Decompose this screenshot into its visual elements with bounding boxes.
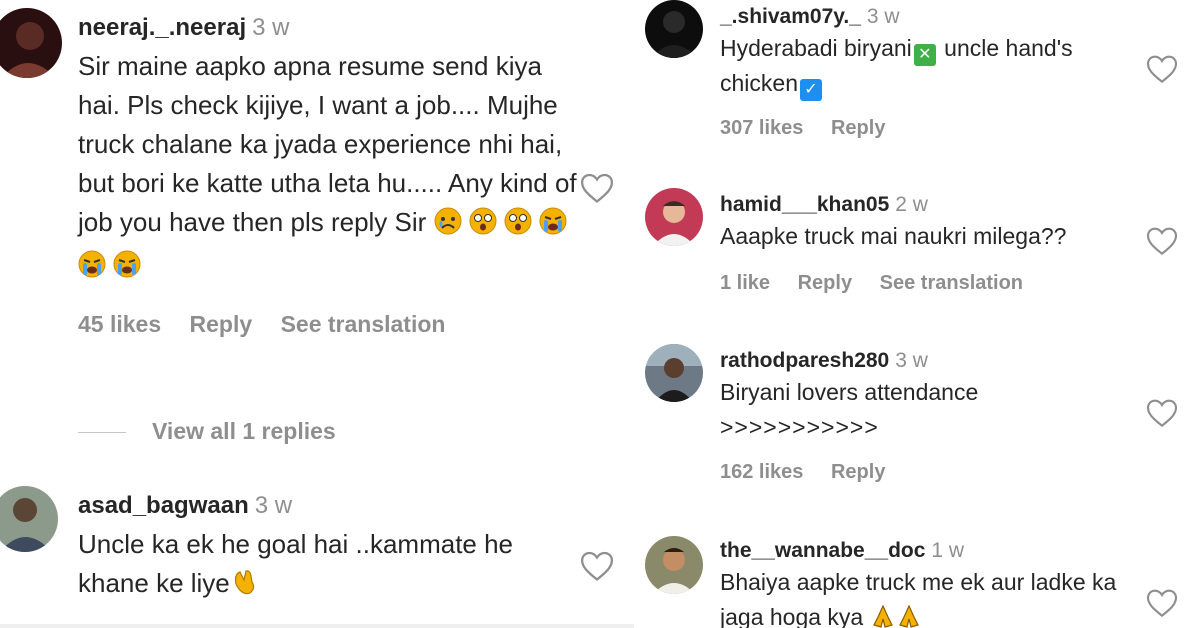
cross-mark-icon: ✕: [913, 44, 936, 67]
reply-button[interactable]: Reply: [190, 311, 253, 337]
comment-actions: 45 likes Reply See translation: [78, 311, 578, 338]
crying-face-icon: [78, 250, 106, 289]
praying-hands-icon: [896, 603, 922, 628]
username[interactable]: _.shivam07y._: [720, 5, 861, 28]
comment-text-part: uncle hand's: [937, 35, 1073, 62]
avatar[interactable]: [645, 0, 703, 58]
likes-count[interactable]: 162 likes: [720, 461, 803, 483]
dizzy-face-icon: [504, 207, 532, 246]
reply-button[interactable]: Reply: [831, 461, 885, 483]
praying-hands-icon: [870, 603, 896, 628]
reply-button[interactable]: Reply: [798, 272, 852, 294]
replies-divider-line: [78, 432, 126, 434]
like-heart-icon[interactable]: [580, 550, 614, 587]
username[interactable]: the__wannabe__doc: [720, 539, 925, 562]
comment-text: Aaapke truck mai naukri milega??: [720, 223, 1067, 250]
like-heart-icon[interactable]: [580, 172, 614, 209]
comment-text: Hyderabadi biryani ✕ uncle hand's chicken…: [720, 31, 1140, 102]
comment-text-part: Hyderabadi biryani: [720, 35, 912, 62]
timestamp: 3 w: [252, 14, 290, 41]
comment-text: Uncle ka ek he goal hai ..kammate he kha…: [78, 525, 578, 607]
like-heart-icon[interactable]: [1146, 54, 1178, 89]
view-replies-button[interactable]: View all 1 replies: [78, 418, 336, 445]
left-comments-panel: neeraj._.neeraj 3 w Sir maine aapko apna …: [0, 0, 634, 628]
timestamp: 2 w: [895, 193, 928, 216]
comment-text: Biryani lovers attendance >>>>>>>>>>>: [720, 375, 1140, 445]
likes-count[interactable]: 1 like: [720, 272, 770, 294]
like-heart-icon[interactable]: [1146, 226, 1178, 261]
username[interactable]: neeraj._.neeraj: [78, 14, 246, 41]
comment-actions: 1 like Reply See translation: [720, 272, 1140, 295]
timestamp: 3 w: [866, 5, 900, 28]
comment-text-line: >>>>>>>>>>>: [720, 414, 879, 441]
crying-face-icon: [539, 207, 567, 246]
right-comments-panel: _.shivam07y._ 3 w Hyderabadi biryani ✕ unc…: [640, 0, 1200, 628]
see-translation-button[interactable]: See translation: [880, 272, 1023, 294]
username[interactable]: asad_bagwaan: [78, 492, 249, 519]
comment-actions: 162 likes Reply: [720, 461, 1140, 484]
like-heart-icon[interactable]: [1146, 588, 1178, 623]
dizzy-face-icon: [469, 207, 497, 246]
sad-face-icon: [434, 207, 462, 246]
clapping-hands-icon: [230, 566, 260, 607]
likes-count[interactable]: 45 likes: [78, 311, 161, 337]
avatar[interactable]: [0, 486, 58, 552]
avatar[interactable]: [0, 8, 62, 78]
timestamp: 1 w: [931, 539, 965, 562]
avatar[interactable]: [645, 188, 703, 246]
comment-actions: 307 likes Reply: [720, 117, 1140, 140]
view-replies-label[interactable]: View all 1 replies: [152, 418, 336, 444]
username[interactable]: rathodparesh280: [720, 349, 889, 372]
comment-text-part: chicken: [720, 70, 798, 97]
check-mark-icon: ✓: [799, 79, 822, 102]
username[interactable]: hamid___khan05: [720, 193, 889, 216]
panel-bottom-border: [0, 624, 634, 628]
comment-text: Sir maine aapko apna resume send kiya ha…: [78, 47, 578, 289]
reply-button[interactable]: Reply: [831, 117, 885, 139]
avatar[interactable]: [645, 536, 703, 594]
timestamp: 3 w: [895, 349, 928, 372]
like-heart-icon[interactable]: [1146, 398, 1178, 433]
avatar[interactable]: [645, 344, 703, 402]
see-translation-button[interactable]: See translation: [281, 311, 446, 337]
likes-count[interactable]: 307 likes: [720, 117, 803, 139]
comment-text-body: Sir maine aapko apna resume send kiya ha…: [78, 50, 577, 237]
comment-text-body: Uncle ka ek he goal hai ..kammate he kha…: [78, 528, 514, 598]
timestamp: 3 w: [254, 492, 293, 519]
comment-text-line: Biryani lovers attendance: [720, 379, 979, 406]
crying-face-icon: [113, 250, 141, 289]
comment-text: Bhaiya aapke truck me ek aur ladke ka ja…: [720, 565, 1140, 628]
